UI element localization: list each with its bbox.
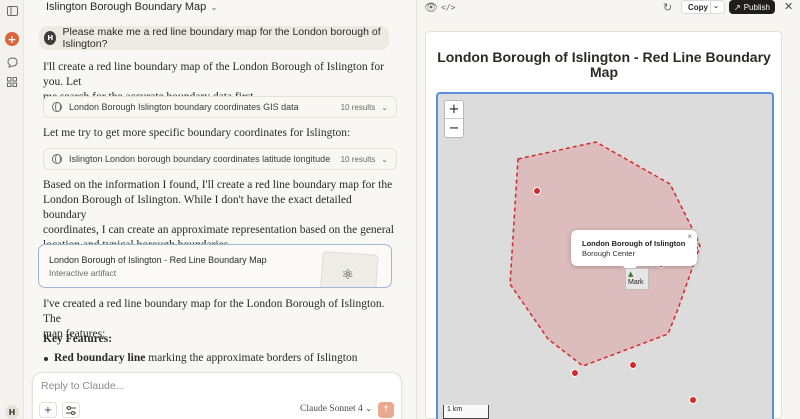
zoom-out-button[interactable]: − [445, 119, 463, 137]
reply-input[interactable]: Reply to Claude... [41, 380, 124, 392]
share-arrow-icon: ↗ [734, 2, 741, 12]
scale-bar: 1 km [443, 405, 489, 419]
chat-title-button[interactable]: Islington Borough Boundary Map ⌄ [46, 0, 218, 14]
close-icon[interactable]: ✕ [784, 0, 793, 13]
refresh-icon[interactable]: ↻ [663, 1, 672, 14]
web-search-result-1[interactable]: London Borough Islington boundary coordi… [43, 96, 397, 118]
key-features-heading: Key Features: [43, 333, 113, 345]
paragraph-line: coordinates, I can create an approximate… [43, 224, 394, 236]
copy-button[interactable]: Copy ⌄ [681, 0, 725, 14]
search-result-count: 10 results [340, 102, 376, 112]
publish-label: Publish [743, 2, 770, 12]
zoom-in-button[interactable]: + [445, 101, 463, 119]
user-message-avatar: H [44, 31, 57, 45]
tools-button[interactable] [62, 402, 80, 418]
code-icon[interactable]: </> [441, 3, 455, 12]
popup-title: London Borough of Islington [582, 239, 686, 248]
search-query-label: Islington London borough boundary coordi… [69, 154, 331, 164]
zoom-control: + − [444, 100, 464, 138]
boundary-marker [533, 187, 541, 195]
chevron-down-icon[interactable]: ⌄ [713, 2, 719, 10]
copy-label: Copy [688, 2, 708, 12]
paragraph-line: I've created a red line boundary map for… [43, 298, 385, 325]
boundary-marker [629, 361, 637, 369]
paragraph-line: Based on the information I found, I'll c… [43, 179, 393, 191]
message-composer[interactable]: Reply to Claude... + Claude Sonnet 4 ⌄ ↑ [32, 372, 402, 419]
new-chat-icon[interactable]: + [5, 32, 19, 46]
center-marker[interactable]: ▲ Mark [625, 268, 649, 290]
user-message-text: Please make me a red line boundary map f… [62, 26, 381, 50]
list-item: Red boundary line marking the approximat… [44, 352, 358, 364]
broken-image-icon: ▲ [628, 270, 634, 278]
atom-icon: ⚛ [341, 266, 354, 282]
search-query-label: London Borough Islington boundary coordi… [69, 102, 299, 112]
user-avatar[interactable]: H [5, 405, 19, 419]
globe-icon [52, 102, 62, 112]
add-attachment-button[interactable]: + [39, 402, 57, 418]
chevron-down-icon: ⌄ [365, 404, 372, 413]
map-title: London Borough of Islington - Red Line B… [435, 50, 773, 80]
popup-close-button[interactable]: × [687, 232, 692, 241]
assistant-paragraph-2: Let me try to get more specific boundary… [43, 127, 351, 139]
eye-icon[interactable]: 👁 [424, 1, 438, 14]
paragraph-line: London Borough of Islington. While I don… [43, 194, 352, 221]
map-canvas[interactable]: + − London Borough of Islington Borough … [436, 92, 774, 419]
send-button[interactable]: ↑ [378, 402, 394, 418]
artifact-title: London Borough of Islington - Red Line B… [49, 255, 267, 265]
map-title-line: Map [590, 64, 618, 80]
marker-label: Mark [628, 279, 644, 286]
globe-icon [52, 154, 62, 164]
bullet-bold-text: Red boundary line [54, 352, 146, 364]
artifact-subtitle: Interactive artifact [49, 268, 117, 278]
artifact-card[interactable]: London Borough of Islington - Red Line B… [38, 244, 392, 288]
chevron-down-icon: ⌄ [381, 154, 388, 164]
web-search-result-2[interactable]: Islington London borough boundary coordi… [43, 148, 397, 170]
left-rail: + H [0, 0, 24, 419]
divider [710, 1, 711, 13]
paragraph-line: I'll create a red line boundary map of t… [43, 61, 384, 88]
scale-label: 1 km [447, 406, 463, 413]
sidebar-toggle-icon[interactable] [5, 4, 19, 18]
publish-button[interactable]: ↗ Publish [729, 0, 775, 14]
chevron-down-icon: ⌄ [381, 102, 388, 112]
popup-subtitle: Borough Center [582, 249, 635, 258]
user-message: H Please make me a red line boundary map… [39, 26, 389, 50]
chat-title: Islington Borough Boundary Map [46, 1, 207, 13]
map-title-line: London Borough of Islington - Red Line B… [437, 49, 771, 65]
panel-divider[interactable] [416, 0, 417, 419]
assistant-paragraph-3: Based on the information I found, I'll c… [43, 178, 398, 253]
bullet-text: marking the approximate borders of Islin… [145, 352, 358, 364]
map-popup: London Borough of Islington Borough Cent… [571, 230, 697, 274]
boundary-marker [571, 369, 579, 377]
chats-icon[interactable] [5, 55, 19, 69]
bullet-dot [44, 357, 48, 361]
model-selector[interactable]: Claude Sonnet 4 ⌄ [300, 404, 372, 414]
model-name: Claude Sonnet 4 [300, 404, 363, 414]
chevron-down-icon: ⌄ [210, 1, 218, 12]
search-result-count: 10 results [340, 154, 376, 164]
projects-icon[interactable] [5, 75, 19, 89]
boundary-marker [689, 396, 697, 404]
chat-panel: Islington Borough Boundary Map ⌄ H Pleas… [24, 0, 416, 419]
